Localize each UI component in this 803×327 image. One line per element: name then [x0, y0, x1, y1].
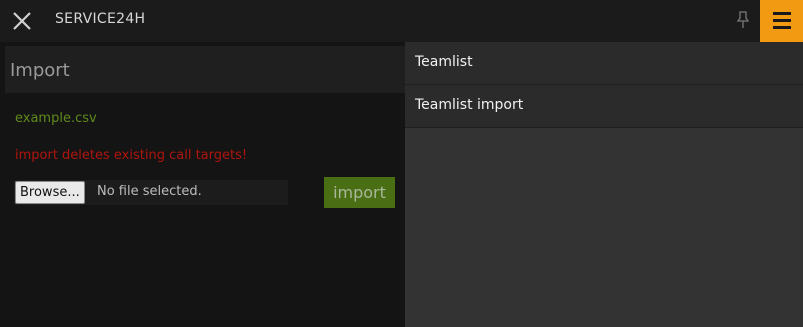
close-x-icon — [13, 12, 31, 30]
import-button[interactable]: import — [324, 177, 395, 208]
side-menu: Teamlist Teamlist import — [405, 42, 803, 327]
menu-item-label: Teamlist import — [415, 97, 524, 113]
hamburger-menu-icon — [773, 19, 791, 22]
example-csv-link[interactable]: example.csv — [15, 111, 97, 126]
import-panel: Import example.csv import deletes existi… — [0, 42, 405, 327]
menu-item-teamlist-import[interactable]: Teamlist import — [405, 85, 803, 128]
app-title: SERVICE24H — [55, 11, 146, 27]
menu-item-teamlist[interactable]: Teamlist — [405, 42, 803, 85]
import-warning: import deletes existing call targets! — [15, 148, 248, 163]
page-title: Import — [10, 60, 70, 81]
pin-icon — [736, 11, 750, 28]
top-bar: SERVICE24H — [0, 0, 803, 42]
panel-header: Import — [5, 46, 405, 93]
browse-button[interactable]: Browse... — [15, 181, 85, 204]
file-input[interactable]: Browse... No file selected. — [14, 180, 288, 205]
pin-button[interactable] — [735, 10, 751, 30]
menu-button[interactable] — [760, 0, 803, 42]
hamburger-menu-icon — [773, 12, 791, 15]
hamburger-menu-icon — [773, 26, 791, 29]
close-button[interactable] — [10, 9, 34, 33]
menu-item-label: Teamlist — [415, 54, 473, 70]
file-status: No file selected. — [97, 184, 202, 199]
